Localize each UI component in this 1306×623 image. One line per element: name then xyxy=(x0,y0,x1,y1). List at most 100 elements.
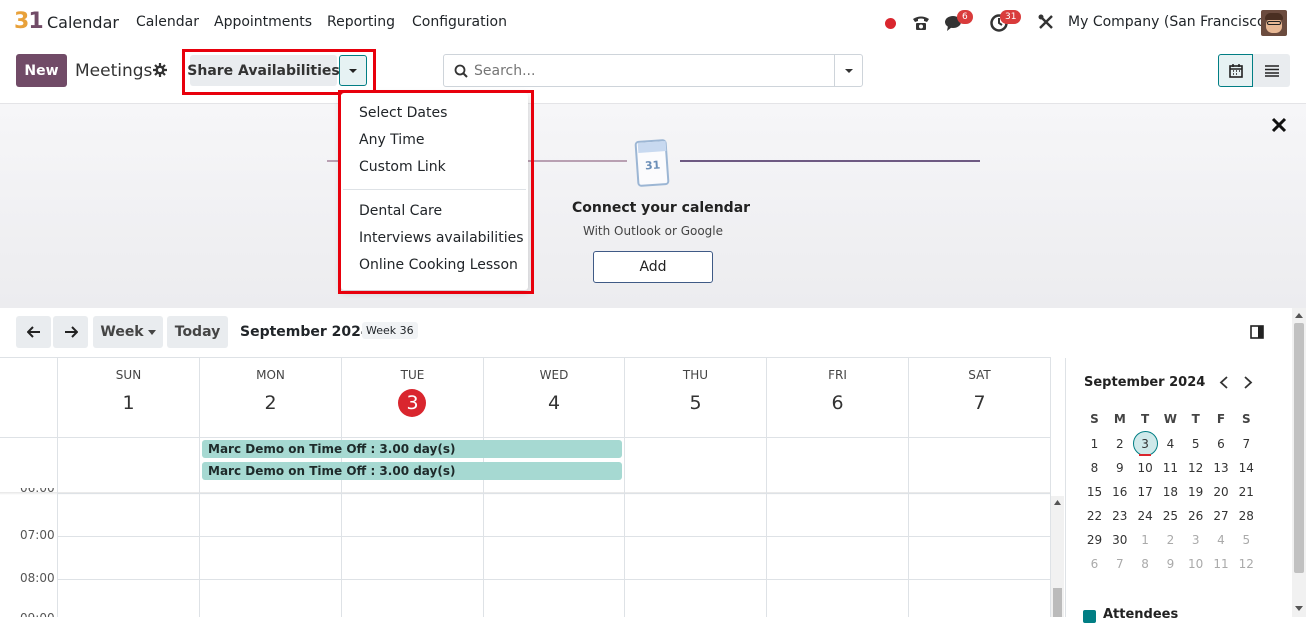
day-name: WED xyxy=(539,368,569,382)
attendees-label[interactable]: Attendees xyxy=(1103,607,1178,622)
scroll-down-icon[interactable] xyxy=(1295,606,1303,611)
chevron-left-icon[interactable] xyxy=(1219,376,1229,389)
scroll-up-icon[interactable] xyxy=(1295,313,1303,318)
mini-day-cell[interactable]: 25 xyxy=(1158,509,1183,523)
calendar-illustration-text: 31 xyxy=(644,158,661,173)
gear-icon[interactable] xyxy=(153,63,167,77)
next-button[interactable] xyxy=(53,316,88,348)
grid-scrollbar[interactable] xyxy=(1051,496,1064,617)
arrow-left-icon xyxy=(26,326,40,338)
mini-day-cell[interactable]: 11 xyxy=(1209,557,1234,571)
app-name[interactable]: Calendar xyxy=(47,13,119,32)
arrow-right-icon xyxy=(64,326,78,338)
page-scrollbar[interactable] xyxy=(1292,308,1306,617)
menu-reporting[interactable]: Reporting xyxy=(327,14,395,30)
mini-day-cell[interactable]: 1 xyxy=(1133,533,1158,547)
scale-label: Week xyxy=(100,324,144,340)
mini-day-cell[interactable]: 13 xyxy=(1209,461,1234,475)
highlight-share-menu xyxy=(338,90,534,294)
search-input[interactable] xyxy=(474,61,824,81)
mini-day-cell[interactable]: 3 xyxy=(1133,437,1158,451)
mini-day-cell[interactable]: 5 xyxy=(1234,533,1259,547)
mini-day-cell[interactable]: 19 xyxy=(1183,485,1208,499)
search-bar[interactable] xyxy=(443,54,863,87)
day-name: TUE xyxy=(400,368,425,382)
mini-day-cell[interactable]: 9 xyxy=(1158,557,1183,571)
mini-day-cell[interactable]: 6 xyxy=(1209,437,1234,451)
mini-day-cell[interactable]: 8 xyxy=(1082,461,1107,475)
day-header-tue[interactable]: TUE 3 xyxy=(342,358,483,438)
mini-day-cell[interactable]: 4 xyxy=(1158,437,1183,451)
mini-day-cell[interactable]: 2 xyxy=(1158,533,1183,547)
today-button[interactable]: Today xyxy=(167,316,228,348)
scrollbar-thumb[interactable] xyxy=(1294,323,1304,573)
scroll-up-icon[interactable] xyxy=(1054,500,1061,505)
add-calendar-button[interactable]: Add xyxy=(593,251,713,283)
scrollbar-thumb[interactable] xyxy=(1053,588,1062,617)
mini-day-cell[interactable]: 8 xyxy=(1133,557,1158,571)
mini-day-cell[interactable]: 21 xyxy=(1234,485,1259,499)
mini-day-cell[interactable]: 7 xyxy=(1107,557,1132,571)
company-switcher[interactable]: My Company (San Francisco) xyxy=(1068,14,1271,30)
new-button[interactable]: New xyxy=(16,54,67,87)
mini-day-cell[interactable]: 26 xyxy=(1183,509,1208,523)
day-name: FRI xyxy=(828,368,847,382)
calendar-event[interactable]: Marc Demo on Time Off : 3.00 day(s) xyxy=(202,462,622,480)
mini-day-cell[interactable]: 29 xyxy=(1082,533,1107,547)
search-options-toggle[interactable] xyxy=(834,55,863,86)
mini-day-cell[interactable]: 18 xyxy=(1158,485,1183,499)
menu-configuration[interactable]: Configuration xyxy=(412,14,507,30)
menu-calendar[interactable]: Calendar xyxy=(136,14,199,30)
mini-day-cell[interactable]: 24 xyxy=(1133,509,1158,523)
mini-day-cell[interactable]: 6 xyxy=(1082,557,1107,571)
mini-day-cell[interactable]: 11 xyxy=(1158,461,1183,475)
mini-day-cell[interactable]: 3 xyxy=(1183,533,1208,547)
mini-day-cell[interactable]: 4 xyxy=(1209,533,1234,547)
mini-day-cell[interactable]: 23 xyxy=(1107,509,1132,523)
prev-button[interactable] xyxy=(16,316,51,348)
highlight-share-button xyxy=(182,49,376,95)
hour-line xyxy=(57,579,1050,580)
mini-day-cell[interactable]: 28 xyxy=(1234,509,1259,523)
phone-icon[interactable] xyxy=(911,13,931,33)
mini-day-cell[interactable]: 12 xyxy=(1183,461,1208,475)
top-navbar: 31 Calendar Calendar Appointments Report… xyxy=(0,0,1306,46)
mini-day-cell[interactable]: 14 xyxy=(1234,461,1259,475)
mini-day-cell[interactable]: 15 xyxy=(1082,485,1107,499)
mini-day-cell[interactable]: 12 xyxy=(1234,557,1259,571)
menu-appointments[interactable]: Appointments xyxy=(214,14,312,30)
status-dot-icon[interactable] xyxy=(885,18,896,29)
chevron-right-icon[interactable] xyxy=(1243,376,1253,389)
mini-day-cell[interactable]: 17 xyxy=(1133,485,1158,499)
day-number: 4 xyxy=(547,392,561,414)
mini-day-cell[interactable]: 10 xyxy=(1183,557,1208,571)
mini-day-cell[interactable]: 22 xyxy=(1082,509,1107,523)
day-header-sun[interactable]: SUN 1 xyxy=(58,358,199,438)
day-header-sat[interactable]: SAT 7 xyxy=(909,358,1050,438)
mini-day-cell[interactable]: 20 xyxy=(1209,485,1234,499)
mini-day-cell[interactable]: 5 xyxy=(1183,437,1208,451)
user-avatar[interactable] xyxy=(1261,10,1287,36)
close-icon[interactable] xyxy=(1271,117,1287,133)
mini-day-cell[interactable]: 7 xyxy=(1234,437,1259,451)
app-logo[interactable]: 31 xyxy=(14,9,44,34)
sidebar-toggle-icon[interactable] xyxy=(1250,325,1264,339)
day-number: 7 xyxy=(973,392,986,414)
scale-dropdown[interactable]: Week xyxy=(93,316,163,348)
list-view-button[interactable] xyxy=(1253,54,1290,87)
calendar-view-button[interactable] xyxy=(1218,54,1253,87)
day-header-fri[interactable]: FRI 6 xyxy=(767,358,908,438)
calendar-event[interactable]: Marc Demo on Time Off : 3.00 day(s) xyxy=(202,440,622,458)
tools-icon[interactable] xyxy=(1037,13,1055,31)
day-header-mon[interactable]: MON 2 xyxy=(200,358,341,438)
mini-day-cell[interactable]: 16 xyxy=(1107,485,1132,499)
day-header-wed[interactable]: WED 4 xyxy=(484,358,624,438)
mini-day-cell[interactable]: 9 xyxy=(1107,461,1132,475)
mini-day-cell[interactable]: 1 xyxy=(1082,437,1107,451)
mini-day-cell[interactable]: 2 xyxy=(1107,437,1132,451)
day-header-thu[interactable]: THU 5 xyxy=(625,358,766,438)
mini-day-cell[interactable]: 30 xyxy=(1107,533,1132,547)
mini-day-cell[interactable]: 10 xyxy=(1133,461,1158,475)
hour-line xyxy=(57,493,1050,494)
mini-day-cell[interactable]: 27 xyxy=(1209,509,1234,523)
